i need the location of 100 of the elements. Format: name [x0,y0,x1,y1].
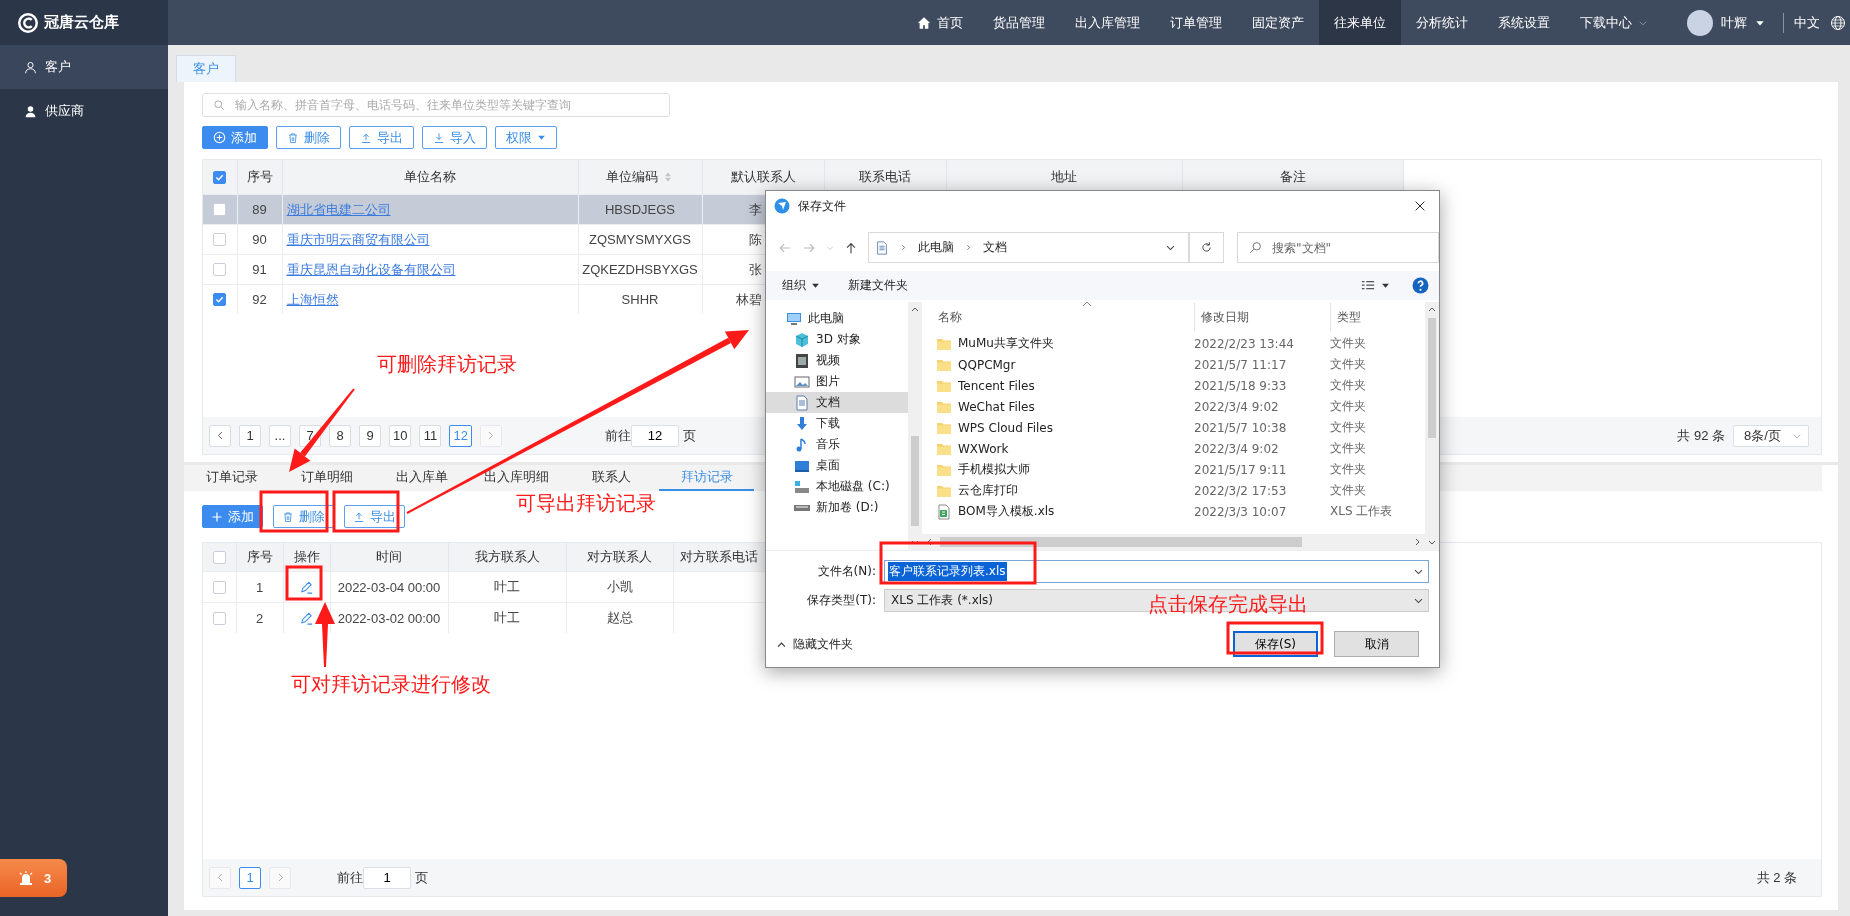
page-size-select[interactable]: 8条/页 [1733,424,1809,447]
folder-nav-item[interactable]: 音乐 [766,434,908,455]
column-header[interactable]: 类型 [1330,303,1420,331]
language-menu[interactable]: 中文 [1794,13,1820,32]
edit-button[interactable] [299,611,314,627]
scrollbar[interactable] [908,302,922,550]
folder-nav-item[interactable]: 下载 [766,413,908,434]
page-button[interactable]: 12 [449,424,472,447]
page-input[interactable]: 1 [363,866,411,889]
download-arrow-icon [794,415,810,432]
file-row[interactable]: Tencent Files 2021/5/18 9:33 文件夹 [922,375,1425,396]
sidebar-item[interactable]: 客户 [0,45,168,89]
checkbox[interactable] [213,170,227,184]
page-input[interactable]: 12 [630,424,679,447]
table-cell: 叶工 [494,579,520,594]
dropdown-button[interactable]: 权限 [495,126,557,149]
breadcrumb-item[interactable]: 文档 [983,239,1007,256]
sidebar-item[interactable]: 供应商 [0,89,168,133]
help-button[interactable] [1412,277,1429,294]
scrollbar-thumb[interactable] [1428,318,1436,438]
organize-menu[interactable]: 组织 [782,277,820,294]
cancel-button[interactable]: 取消 [1334,631,1419,657]
detail-tab[interactable]: 出入库明细 [469,465,564,491]
folder-nav-item[interactable]: 文档 [766,392,908,413]
folder-nav-item[interactable]: 本地磁盘 (C:) [766,476,908,497]
table-cell: 赵总 [606,610,633,625]
checkbox[interactable] [212,580,226,594]
previous-page-button[interactable] [209,424,231,447]
page-button[interactable]: ... [269,424,291,447]
detail-tab[interactable]: 联系人 [564,465,659,491]
folder-nav-item[interactable]: 新加卷 (D:) [766,497,908,518]
nav-item[interactable]: 出入库管理 [1060,0,1155,45]
search-field[interactable]: 搜索"文档" [1237,232,1439,263]
column-header[interactable]: 修改日期 [1194,303,1330,331]
checkbox[interactable] [212,611,226,625]
detail-tab[interactable]: 订单记录 [184,465,279,491]
page-button[interactable]: 9 [359,424,381,447]
file-row[interactable]: MuMu共享文件夹 2022/2/23 13:44 文件夹 [922,333,1425,354]
dialog-title: 保存文件 [798,197,846,215]
nav-item[interactable]: 货品管理 [978,0,1060,45]
import-button[interactable]: 导入 [422,126,487,149]
file-row[interactable]: WeChat Files 2022/3/4 9:02 文件夹 [922,396,1425,417]
scrollbar[interactable] [1425,302,1439,550]
delete-button[interactable]: 删除 [273,505,334,528]
breadcrumb-item[interactable]: 此电脑 [918,239,954,256]
avatar[interactable] [1687,9,1713,36]
nav-item[interactable]: 下载中心 [1565,0,1663,45]
file-name-field[interactable]: 客户联系记录列表.xls [884,560,1429,583]
nav-item[interactable]: 往来单位 [1319,0,1401,45]
folder-nav-item[interactable]: 视频 [766,350,908,371]
file-row[interactable]: 手机模拟大师 2021/5/17 9:11 文件夹 [922,459,1425,480]
file-date: 2022/2/23 13:44 [1194,336,1295,351]
file-row[interactable]: 云仓库打印 2022/3/2 17:53 文件夹 [922,480,1425,501]
search-field[interactable]: 输入名称、拼音首字母、电话号码、往来单位类型等关键字查询 [202,93,670,117]
folder-nav-item[interactable]: 此电脑 [766,308,908,329]
nav-item[interactable]: 分析统计 [1401,0,1483,45]
folder-nav-item[interactable]: 桌面 [766,455,908,476]
hide-folders-toggle[interactable]: 隐藏文件夹 [776,635,853,653]
save-button[interactable]: 保存(S) [1233,631,1318,657]
checkbox[interactable] [213,233,227,246]
file-row[interactable]: WPS Cloud Files 2021/5/7 10:38 文件夹 [922,417,1425,438]
company-link[interactable]: 重庆市明云商贸有限公司 [286,231,430,247]
checkbox[interactable] [213,263,227,276]
nav-item[interactable]: 系统设置 [1483,0,1565,45]
file-row[interactable]: BOM导入模板.xls 2022/3/3 10:07 XLS 工作表 [922,501,1425,522]
page-button[interactable]: 1 [239,866,261,889]
column-header[interactable]: 名称 [936,308,1194,326]
folder-nav-item[interactable]: 图片 [766,371,908,392]
file-name: Tencent Files [958,378,1035,393]
detail-tab[interactable]: 订单明细 [279,465,374,491]
delete-button[interactable]: 删除 [276,126,341,149]
page-button[interactable]: 10 [389,424,412,447]
checkbox[interactable] [212,550,226,564]
nav-item[interactable]: 首页 [902,0,978,45]
new-folder-button[interactable]: 新建文件夹 [848,277,908,294]
user-name[interactable]: 叶辉 [1721,13,1747,32]
nav-item[interactable]: 固定资产 [1237,0,1319,45]
file-row[interactable]: QQPCMgr 2021/5/7 11:17 文件夹 [922,354,1425,375]
file-row[interactable]: WXWork 2022/3/4 9:02 文件夹 [922,438,1425,459]
company-link[interactable]: 重庆昆恩自动化设备有限公司 [286,261,456,277]
edit-button[interactable] [299,580,314,596]
page-button[interactable]: 8 [329,424,351,447]
checkbox[interactable] [213,203,227,216]
caret-down-icon [537,133,546,142]
refresh-button[interactable] [1189,232,1224,263]
page-button[interactable]: 1 [239,424,261,447]
checkbox[interactable] [213,293,227,306]
export-button[interactable]: 导出 [344,505,405,528]
page-button[interactable]: 11 [419,424,442,447]
export-button[interactable]: 导出 [349,126,414,149]
up-button[interactable] [844,240,858,255]
address-bar[interactable]: 此电脑 文档 [868,232,1190,263]
company-link[interactable]: 上海恒然 [286,291,339,307]
detail-tab[interactable]: 出入库单 [374,465,469,491]
scrollbar-thumb[interactable] [940,537,1302,547]
folder-nav-item[interactable]: 3D 对象 [766,329,908,350]
scrollbar-thumb[interactable] [911,436,919,526]
column-header: 默认联系人 [730,168,796,186]
caret-down-icon [1381,281,1390,290]
nav-item[interactable]: 订单管理 [1155,0,1237,45]
